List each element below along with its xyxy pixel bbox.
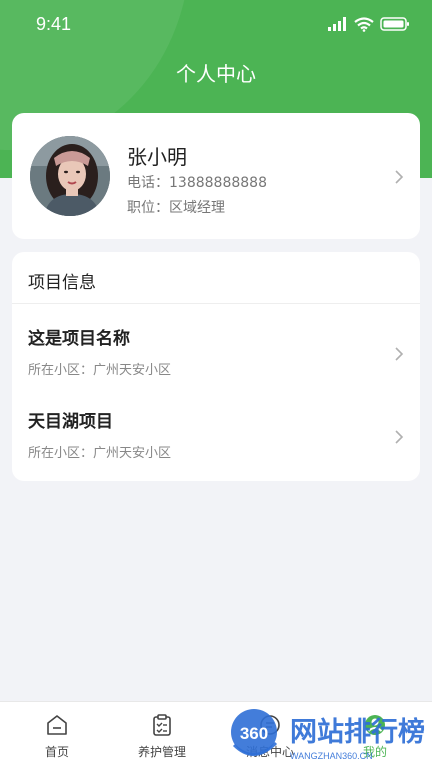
project-item[interactable]: 天目湖项目 所在小区：广州天安小区 <box>12 407 420 487</box>
clipboard-icon <box>153 714 171 736</box>
tab-label: 养护管理 <box>137 745 186 759</box>
status-bar: 9:41 <box>0 0 432 48</box>
watermark-badge: 360 <box>240 724 268 743</box>
tab-maintenance[interactable]: 养护管理 <box>108 702 216 768</box>
chevron-right-icon <box>395 430 404 444</box>
divider <box>12 303 420 304</box>
signal-icon <box>328 17 346 31</box>
project-item[interactable]: 这是项目名称 所在小区：广州天安小区 <box>12 324 420 404</box>
home-icon <box>47 715 67 735</box>
chevron-right-icon <box>395 170 404 184</box>
profile-name: 张小明 <box>127 145 187 169</box>
status-icons <box>328 16 410 32</box>
watermark-title: 网站排行榜 <box>290 716 425 748</box>
tab-label: 首页 <box>44 745 69 759</box>
battery-icon <box>380 17 409 31</box>
profile-position: 职位：区域经理 <box>127 200 225 216</box>
project-name: 这是项目名称 <box>28 329 130 349</box>
avatar <box>30 136 110 216</box>
watermark-subtitle: WANGZHAN360.CN <box>290 751 373 761</box>
project-name: 天目湖项目 <box>28 412 113 432</box>
profile-card[interactable]: 张小明 电话：13888888888 职位：区域经理 <box>12 113 420 239</box>
status-time: 9:41 <box>36 13 72 34</box>
chevron-right-icon <box>395 347 404 361</box>
watermark: 360 网站排行榜 WANGZHAN360.CN <box>224 707 432 768</box>
wifi-icon <box>354 16 374 32</box>
page-title: 个人中心 <box>176 62 256 86</box>
project-location: 所在小区：广州天安小区 <box>28 363 172 378</box>
project-location: 所在小区：广州天安小区 <box>28 446 172 461</box>
project-info-card: 项目信息 这是项目名称 所在小区：广州天安小区 天目湖项目 所在小区：广州天安小… <box>12 252 420 481</box>
profile-phone: 电话：13888888888 <box>127 175 267 191</box>
section-title: 项目信息 <box>28 273 96 293</box>
tab-home[interactable]: 首页 <box>3 702 111 768</box>
